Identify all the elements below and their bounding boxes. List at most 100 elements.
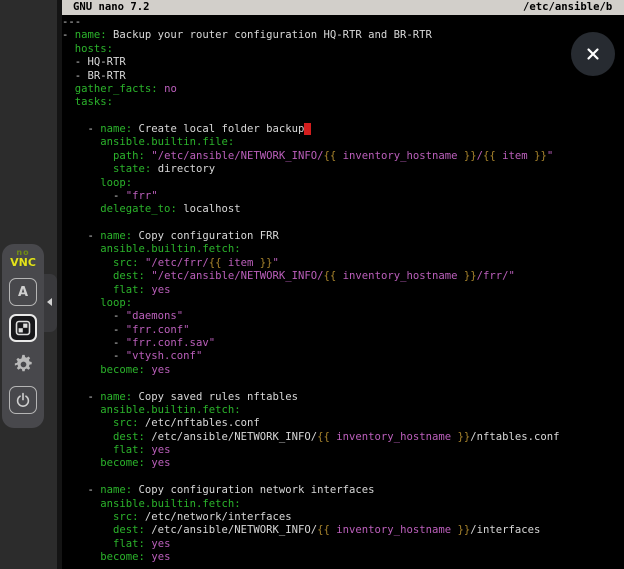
code-line: - "frr.conf.sav" — [62, 337, 624, 350]
code-line: - "frr.conf" — [62, 324, 624, 337]
code-segment: dest: — [113, 270, 145, 282]
code-segment: "frr" — [126, 190, 158, 202]
code-segment — [62, 270, 113, 282]
code-segment: yes — [151, 551, 170, 563]
code-segment: {{ — [317, 431, 330, 443]
code-line: flat: yes — [62, 444, 624, 457]
code-segment: inventory_hostname — [330, 431, 458, 443]
code-segment: /etc/ansible/NETWORK_INFO/ — [145, 524, 317, 536]
keyboard-icon: A — [18, 286, 28, 299]
code-segment: no — [164, 83, 177, 95]
code-segment: /frr/" — [477, 270, 515, 282]
code-segment: name: — [100, 230, 132, 242]
code-segment: flat: — [113, 444, 145, 456]
code-segment: {{ — [324, 270, 337, 282]
code-segment: loop: — [100, 297, 132, 309]
code-segment: become: — [100, 364, 145, 376]
code-segment: - — [62, 29, 75, 41]
code-segment — [62, 457, 100, 469]
novnc-logo-bottom: VNC — [10, 257, 36, 268]
code-line: - name: Create local folder backup — [62, 123, 624, 136]
code-segment: - — [62, 190, 126, 202]
code-line: src: /etc/nftables.conf — [62, 417, 624, 430]
code-segment: }} — [534, 150, 547, 162]
code-line: become: yes — [62, 457, 624, 470]
fullscreen-button[interactable] — [9, 314, 37, 342]
code-segment — [62, 136, 100, 148]
code-line: flat: yes — [62, 284, 624, 297]
code-segment — [62, 177, 100, 189]
code-line: hosts: — [62, 43, 624, 56]
code-segment: src: — [113, 257, 139, 269]
code-segment: "frr.conf.sav" — [126, 337, 215, 349]
fullscreen-icon — [15, 320, 31, 336]
code-segment: - — [62, 230, 100, 242]
code-segment: ansible.builtin.fetch: — [100, 243, 240, 255]
code-segment: yes — [151, 538, 170, 550]
code-segment — [62, 551, 100, 563]
code-segment — [62, 257, 113, 269]
settings-button[interactable] — [9, 350, 37, 378]
code-line: - "frr" — [62, 190, 624, 203]
code-segment: inventory_hostname — [330, 524, 458, 536]
code-segment — [62, 96, 75, 108]
code-segment: state: — [113, 163, 151, 175]
collapse-arrow-icon — [47, 298, 52, 306]
code-line: ansible.builtin.fetch: — [62, 243, 624, 256]
code-segment: "daemons" — [126, 310, 183, 322]
code-segment: }} — [260, 257, 273, 269]
code-segment: ansible.builtin.fetch: — [100, 498, 240, 510]
code-line: flat: yes — [62, 538, 624, 551]
code-segment: become: — [100, 457, 145, 469]
editor-code[interactable]: ---- name: Backup your router configurat… — [62, 16, 624, 569]
code-segment: gather_facts: — [75, 83, 158, 95]
code-segment: "vtysh.conf" — [126, 350, 203, 362]
code-segment: localhost — [177, 203, 241, 215]
code-segment: - — [62, 337, 126, 349]
code-line: delegate_to: localhost — [62, 203, 624, 216]
code-line: gather_facts: no — [62, 83, 624, 96]
terminal-window[interactable]: GNU nano 7.2 /etc/ansible/b ---- name: B… — [62, 0, 624, 569]
code-segment: yes — [151, 444, 170, 456]
code-line: loop: — [62, 297, 624, 310]
code-segment — [62, 83, 75, 95]
code-segment: Copy saved rules nftables — [132, 391, 298, 403]
code-segment: yes — [151, 284, 170, 296]
code-segment — [62, 284, 113, 296]
code-line: --- — [62, 16, 624, 29]
code-segment: item — [221, 257, 259, 269]
code-segment: src: — [113, 511, 139, 523]
code-segment: inventory_hostname — [336, 150, 464, 162]
code-segment — [62, 524, 113, 536]
close-button[interactable] — [571, 32, 615, 76]
code-line: src: /etc/network/interfaces — [62, 511, 624, 524]
nano-version-label: GNU nano 7.2 — [73, 0, 150, 15]
code-segment — [62, 297, 100, 309]
code-segment — [62, 511, 113, 523]
code-segment: /etc/nftables.conf — [139, 417, 260, 429]
vnc-panel-handle[interactable] — [44, 274, 57, 332]
code-segment — [62, 163, 113, 175]
code-segment: name: — [100, 391, 132, 403]
code-segment: Backup your router configuration HQ-RTR … — [107, 29, 432, 41]
power-button[interactable] — [9, 386, 37, 414]
code-line: - "daemons" — [62, 310, 624, 323]
vnc-button-group: A — [9, 278, 37, 414]
code-segment: - — [62, 310, 126, 322]
code-line: loop: — [62, 177, 624, 190]
code-segment: name: — [100, 123, 132, 135]
code-line — [62, 377, 624, 390]
code-segment: dest: — [113, 431, 145, 443]
code-segment: "/etc/ansible/NETWORK_INFO/ — [151, 150, 323, 162]
code-segment: become: — [100, 551, 145, 563]
code-segment: "frr.conf" — [126, 324, 190, 336]
code-line: dest: /etc/ansible/NETWORK_INFO/{{ inven… — [62, 524, 624, 537]
code-segment: - — [62, 484, 100, 496]
code-line: path: "/etc/ansible/NETWORK_INFO/{{ inve… — [62, 150, 624, 163]
code-segment: {{ — [483, 150, 496, 162]
code-segment: - BR-RTR — [62, 70, 126, 82]
keyboard-button[interactable]: A — [9, 278, 37, 306]
code-segment: }} — [464, 270, 477, 282]
code-segment: inventory_hostname — [336, 270, 464, 282]
code-line: dest: "/etc/ansible/NETWORK_INFO/{{ inve… — [62, 270, 624, 283]
